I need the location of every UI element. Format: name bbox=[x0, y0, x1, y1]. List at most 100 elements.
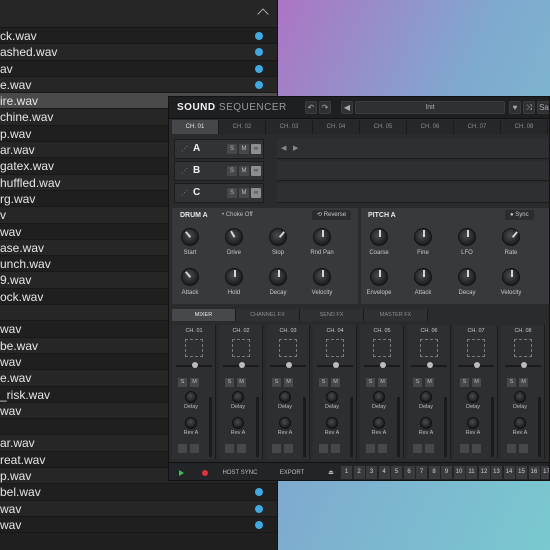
drag-handle-icon[interactable]: ⋰ bbox=[181, 167, 188, 175]
delay-knob[interactable] bbox=[279, 391, 291, 403]
pan-handle[interactable] bbox=[192, 362, 198, 368]
reverb-knob[interactable] bbox=[326, 417, 338, 429]
drop-target-icon[interactable] bbox=[420, 339, 438, 357]
solo-button[interactable]: S bbox=[227, 188, 237, 198]
grid-icon[interactable] bbox=[272, 444, 281, 453]
delay-knob[interactable] bbox=[373, 391, 385, 403]
level-meter[interactable] bbox=[209, 397, 212, 457]
record-icon[interactable] bbox=[202, 470, 208, 476]
pan-handle[interactable] bbox=[474, 362, 480, 368]
more-icon[interactable] bbox=[190, 444, 199, 453]
drum-pad[interactable]: ⋰ A S M ∞ bbox=[174, 139, 264, 159]
delay-knob[interactable] bbox=[514, 391, 526, 403]
reverb-knob[interactable] bbox=[420, 417, 432, 429]
level-meter[interactable] bbox=[397, 397, 400, 457]
drop-target-icon[interactable] bbox=[514, 339, 532, 357]
more-icon[interactable] bbox=[284, 444, 293, 453]
drop-target-icon[interactable] bbox=[232, 339, 250, 357]
file-row[interactable]: e.wav bbox=[0, 76, 277, 94]
file-row[interactable]: av bbox=[0, 61, 277, 77]
solo-button[interactable]: S bbox=[507, 378, 516, 387]
mute-button[interactable]: M bbox=[472, 378, 481, 387]
chevron-up-icon[interactable] bbox=[257, 8, 269, 20]
level-meter[interactable] bbox=[491, 397, 494, 457]
grid-icon[interactable] bbox=[460, 444, 469, 453]
channel-tab[interactable]: CH. 06 bbox=[407, 120, 454, 134]
drop-target-icon[interactable] bbox=[373, 339, 391, 357]
choke-select[interactable]: • Choke Off bbox=[222, 212, 253, 218]
sequence-lane[interactable] bbox=[277, 161, 549, 181]
redo-button[interactable]: ↷ bbox=[319, 101, 331, 114]
prev-preset-button[interactable]: ◀ bbox=[341, 101, 353, 114]
mute-button[interactable]: M bbox=[237, 378, 246, 387]
download-icon[interactable] bbox=[255, 504, 263, 513]
mute-button[interactable]: M bbox=[239, 144, 249, 154]
mute-button[interactable]: M bbox=[190, 378, 199, 387]
mixer-tab[interactable]: CHANNEL FX bbox=[236, 309, 300, 321]
level-meter[interactable] bbox=[538, 397, 541, 457]
page-button[interactable]: 17 bbox=[541, 466, 549, 479]
knob[interactable] bbox=[269, 268, 287, 286]
page-button[interactable]: 7 bbox=[416, 466, 427, 479]
drag-handle-icon[interactable]: ⋰ bbox=[181, 145, 188, 153]
shuffle-icon[interactable]: ⤨ bbox=[523, 101, 535, 114]
solo-button[interactable]: S bbox=[225, 378, 234, 387]
mute-button[interactable]: M bbox=[239, 166, 249, 176]
drop-target-icon[interactable] bbox=[185, 339, 203, 357]
pan-handle[interactable] bbox=[333, 362, 339, 368]
delay-knob[interactable] bbox=[185, 391, 197, 403]
knob[interactable] bbox=[181, 268, 199, 286]
channel-tab[interactable]: CH. 08 bbox=[501, 120, 548, 134]
play-icon[interactable] bbox=[179, 470, 184, 476]
file-row[interactable]: ashed.wav bbox=[0, 44, 277, 61]
delay-knob[interactable] bbox=[326, 391, 338, 403]
channel-tab[interactable]: CH. 07 bbox=[454, 120, 501, 134]
mixer-tab[interactable]: MASTER FX bbox=[364, 309, 428, 321]
drum-pad[interactable]: ⋰ B S M ∞ bbox=[174, 161, 264, 181]
reverb-knob[interactable] bbox=[373, 417, 385, 429]
sequence-lane[interactable] bbox=[277, 183, 549, 203]
pan-handle[interactable] bbox=[239, 362, 245, 368]
mute-button[interactable]: M bbox=[425, 378, 434, 387]
grid-icon[interactable] bbox=[178, 444, 187, 453]
host-sync-button[interactable]: HOST SYNC bbox=[217, 467, 263, 479]
page-button[interactable]: 11 bbox=[466, 466, 477, 479]
solo-button[interactable]: S bbox=[413, 378, 422, 387]
download-icon[interactable] bbox=[255, 64, 263, 73]
grid-icon[interactable] bbox=[225, 444, 234, 453]
channel-tab[interactable]: CH. 05 bbox=[360, 120, 407, 134]
mute-button[interactable]: M bbox=[378, 378, 387, 387]
reverb-knob[interactable] bbox=[279, 417, 291, 429]
delay-knob[interactable] bbox=[420, 391, 432, 403]
sequence-lane[interactable]: ◀ ▶ bbox=[277, 139, 549, 159]
knob[interactable] bbox=[313, 268, 331, 286]
knob[interactable] bbox=[458, 268, 476, 286]
mute-button[interactable]: M bbox=[331, 378, 340, 387]
grid-icon[interactable] bbox=[413, 444, 422, 453]
page-button[interactable]: 8 bbox=[428, 466, 440, 479]
pan-handle[interactable] bbox=[521, 362, 527, 368]
page-button[interactable]: 14 bbox=[503, 466, 515, 479]
download-icon[interactable] bbox=[255, 80, 263, 89]
download-icon[interactable] bbox=[255, 48, 263, 57]
page-button[interactable]: 15 bbox=[516, 466, 527, 479]
page-button[interactable]: 12 bbox=[478, 466, 490, 479]
solo-button[interactable]: S bbox=[460, 378, 469, 387]
delay-knob[interactable] bbox=[467, 391, 479, 403]
more-icon[interactable] bbox=[378, 444, 387, 453]
eject-icon[interactable]: ⏏ bbox=[325, 467, 337, 479]
solo-button[interactable]: S bbox=[319, 378, 328, 387]
knob[interactable] bbox=[225, 228, 243, 246]
more-icon[interactable] bbox=[237, 444, 246, 453]
solo-button[interactable]: S bbox=[178, 378, 187, 387]
file-row[interactable]: ck.wav bbox=[0, 28, 277, 45]
mute-button[interactable]: M bbox=[519, 378, 528, 387]
page-button[interactable]: 2 bbox=[353, 466, 365, 479]
knob[interactable] bbox=[414, 228, 432, 246]
drop-target-icon[interactable] bbox=[467, 339, 485, 357]
mute-button[interactable]: M bbox=[284, 378, 293, 387]
download-icon[interactable] bbox=[255, 488, 263, 497]
pattern-icon[interactable]: ∞ bbox=[251, 188, 261, 198]
save-button[interactable]: Sa bbox=[537, 101, 549, 114]
solo-button[interactable]: S bbox=[227, 166, 237, 176]
